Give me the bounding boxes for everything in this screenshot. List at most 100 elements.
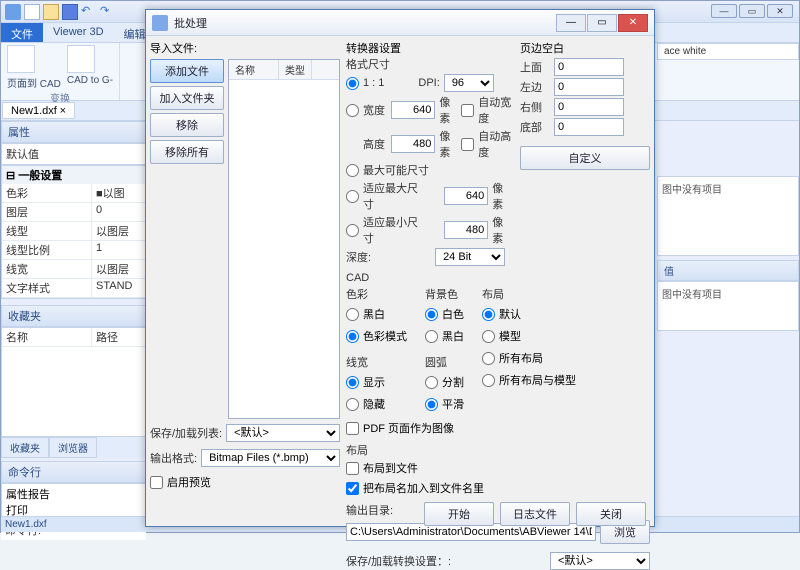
fit-min-label: 适应最小尺寸 — [363, 214, 428, 246]
prop-key: 文字样式 — [2, 279, 92, 297]
color-mode-radio[interactable] — [346, 330, 359, 343]
minimize-button[interactable]: — — [711, 4, 737, 18]
undo-icon[interactable]: ↶ — [81, 4, 97, 20]
margin-bottom-input[interactable] — [554, 118, 624, 136]
add-file-button[interactable]: 添加文件 — [150, 59, 224, 83]
bg-bw-radio[interactable] — [425, 330, 438, 343]
save-icon[interactable] — [62, 4, 78, 20]
output-format-select[interactable]: Bitmap Files (*.bmp) — [201, 449, 340, 467]
fit-max-radio[interactable] — [346, 190, 359, 203]
tab-file[interactable]: 文件 — [1, 23, 43, 42]
max-size-radio[interactable] — [346, 164, 359, 177]
linew-hide-radio[interactable] — [346, 398, 359, 411]
custom-margins-button[interactable]: 自定义 — [520, 146, 650, 170]
ratio-radio[interactable] — [346, 77, 359, 90]
file-list[interactable]: 名称 类型 — [228, 59, 340, 419]
save-load-conv-select[interactable]: <默认> — [550, 552, 650, 570]
color-mode-label: 色彩模式 — [363, 328, 407, 344]
dialog-title: 批处理 — [174, 15, 556, 31]
fit-max-input[interactable] — [444, 187, 488, 205]
close-dialog-button[interactable]: 关闭 — [576, 502, 646, 526]
margin-top-input[interactable] — [554, 58, 624, 76]
toolbar-item[interactable]: ace white — [657, 43, 799, 60]
page-to-cad-icon[interactable] — [7, 45, 35, 73]
tab-browser[interactable]: 浏览器 — [49, 437, 97, 458]
dialog-close-button[interactable]: ✕ — [618, 14, 648, 32]
tab-favorites[interactable]: 收藏夹 — [1, 437, 49, 458]
dpi-select[interactable]: 96 — [444, 74, 494, 92]
dialog-maximize-button[interactable]: ▭ — [587, 14, 617, 32]
layout-all-radio[interactable] — [482, 352, 495, 365]
color-bw-radio[interactable] — [346, 308, 359, 321]
close-doc-icon[interactable]: × — [60, 105, 66, 117]
layout-to-file-checkbox[interactable] — [346, 462, 359, 475]
ribbon-group-convert: 页面到 CAD CAD to G- 变换 — [1, 43, 120, 100]
layout-model-radio[interactable] — [482, 330, 495, 343]
depth-select[interactable]: 24 Bit — [435, 248, 505, 266]
arc-smooth-radio[interactable] — [425, 398, 438, 411]
fav-header: 收藏夹 — [1, 305, 146, 327]
props-header: 属性 — [1, 121, 146, 143]
layout-all-model-radio[interactable] — [482, 374, 495, 387]
prop-val[interactable]: 以图层 — [92, 222, 145, 240]
col-type[interactable]: 类型 — [279, 60, 312, 79]
fit-min-input[interactable] — [444, 221, 488, 239]
maximize-button[interactable]: ▭ — [739, 4, 765, 18]
new-icon[interactable] — [24, 4, 40, 20]
remove-all-button[interactable]: 移除所有 — [150, 140, 224, 164]
linew-show-radio[interactable] — [346, 376, 359, 389]
ratio-label: 1 : 1 — [363, 77, 384, 89]
prop-val[interactable]: 0 — [92, 203, 145, 221]
fmt-size-label: 格式尺寸 — [346, 56, 390, 72]
arc-split-radio[interactable] — [425, 376, 438, 389]
color-label: 色彩 — [346, 286, 407, 302]
width-input[interactable] — [391, 101, 435, 119]
right-panels: ace white 图中没有项目 值 图中没有项目 — [657, 43, 799, 331]
app-icon — [5, 4, 21, 20]
cmd-history: 属性报告 打印 — [1, 483, 146, 519]
open-icon[interactable] — [43, 4, 59, 20]
margin-right-input[interactable] — [554, 98, 624, 116]
auto-width-checkbox[interactable] — [461, 104, 474, 117]
arc-split-label: 分割 — [442, 374, 464, 390]
save-load-conv-label: 保存/加载转换设置：: — [346, 553, 451, 569]
close-button[interactable]: ✕ — [767, 4, 793, 18]
layout-model-label: 模型 — [499, 328, 521, 344]
doc-tab-new1[interactable]: New1.dxf × — [2, 102, 75, 119]
dialog-minimize-button[interactable]: — — [556, 14, 586, 32]
prop-val[interactable]: 1 — [92, 241, 145, 259]
props-cat-general[interactable]: ⊟ 一般设置 — [2, 166, 145, 184]
start-button[interactable]: 开始 — [424, 502, 494, 526]
remove-button[interactable]: 移除 — [150, 113, 224, 137]
width-radio[interactable] — [346, 104, 359, 117]
bg-bw-label: 黑白 — [442, 328, 464, 344]
log-button[interactable]: 日志文件 — [500, 502, 570, 526]
redo-icon[interactable]: ↷ — [100, 4, 116, 20]
cad-to-g-icon[interactable] — [67, 45, 95, 73]
save-load-list-label: 保存/加载列表: — [150, 425, 222, 441]
margin-top-label: 上面 — [520, 59, 548, 75]
margin-left-input[interactable] — [554, 78, 624, 96]
right-empty-msg-2: 图中没有项目 — [657, 281, 799, 331]
linew-show-label: 显示 — [363, 374, 385, 390]
add-folder-button[interactable]: 加入文件夹 — [150, 86, 224, 110]
enable-preview-checkbox[interactable] — [150, 476, 163, 489]
batch-dialog: 批处理 — ▭ ✕ 导入文件: 添加文件 加入文件夹 移除 移除所有 名称 类型 — [145, 9, 655, 527]
col-name[interactable]: 名称 — [229, 60, 279, 79]
pdf-as-image-checkbox[interactable] — [346, 422, 359, 435]
cad-header: CAD — [346, 272, 650, 284]
import-header: 导入文件: — [150, 40, 340, 56]
save-load-list-select[interactable]: <默认> — [226, 424, 340, 442]
dialog-titlebar[interactable]: 批处理 — ▭ ✕ — [146, 10, 654, 36]
fit-min-radio[interactable] — [346, 224, 359, 237]
bg-white-radio[interactable] — [425, 308, 438, 321]
auto-height-checkbox[interactable] — [461, 138, 474, 151]
px-label: 像素 — [439, 94, 457, 126]
prop-val[interactable]: 以图层 — [92, 260, 145, 278]
prop-val[interactable]: STAND — [92, 279, 145, 297]
layout-name-to-file-checkbox[interactable] — [346, 482, 359, 495]
height-input[interactable] — [391, 135, 435, 153]
layout-default-radio[interactable] — [482, 308, 495, 321]
tab-viewer3d[interactable]: Viewer 3D — [43, 23, 114, 42]
prop-val[interactable]: ■以图 — [92, 184, 145, 202]
